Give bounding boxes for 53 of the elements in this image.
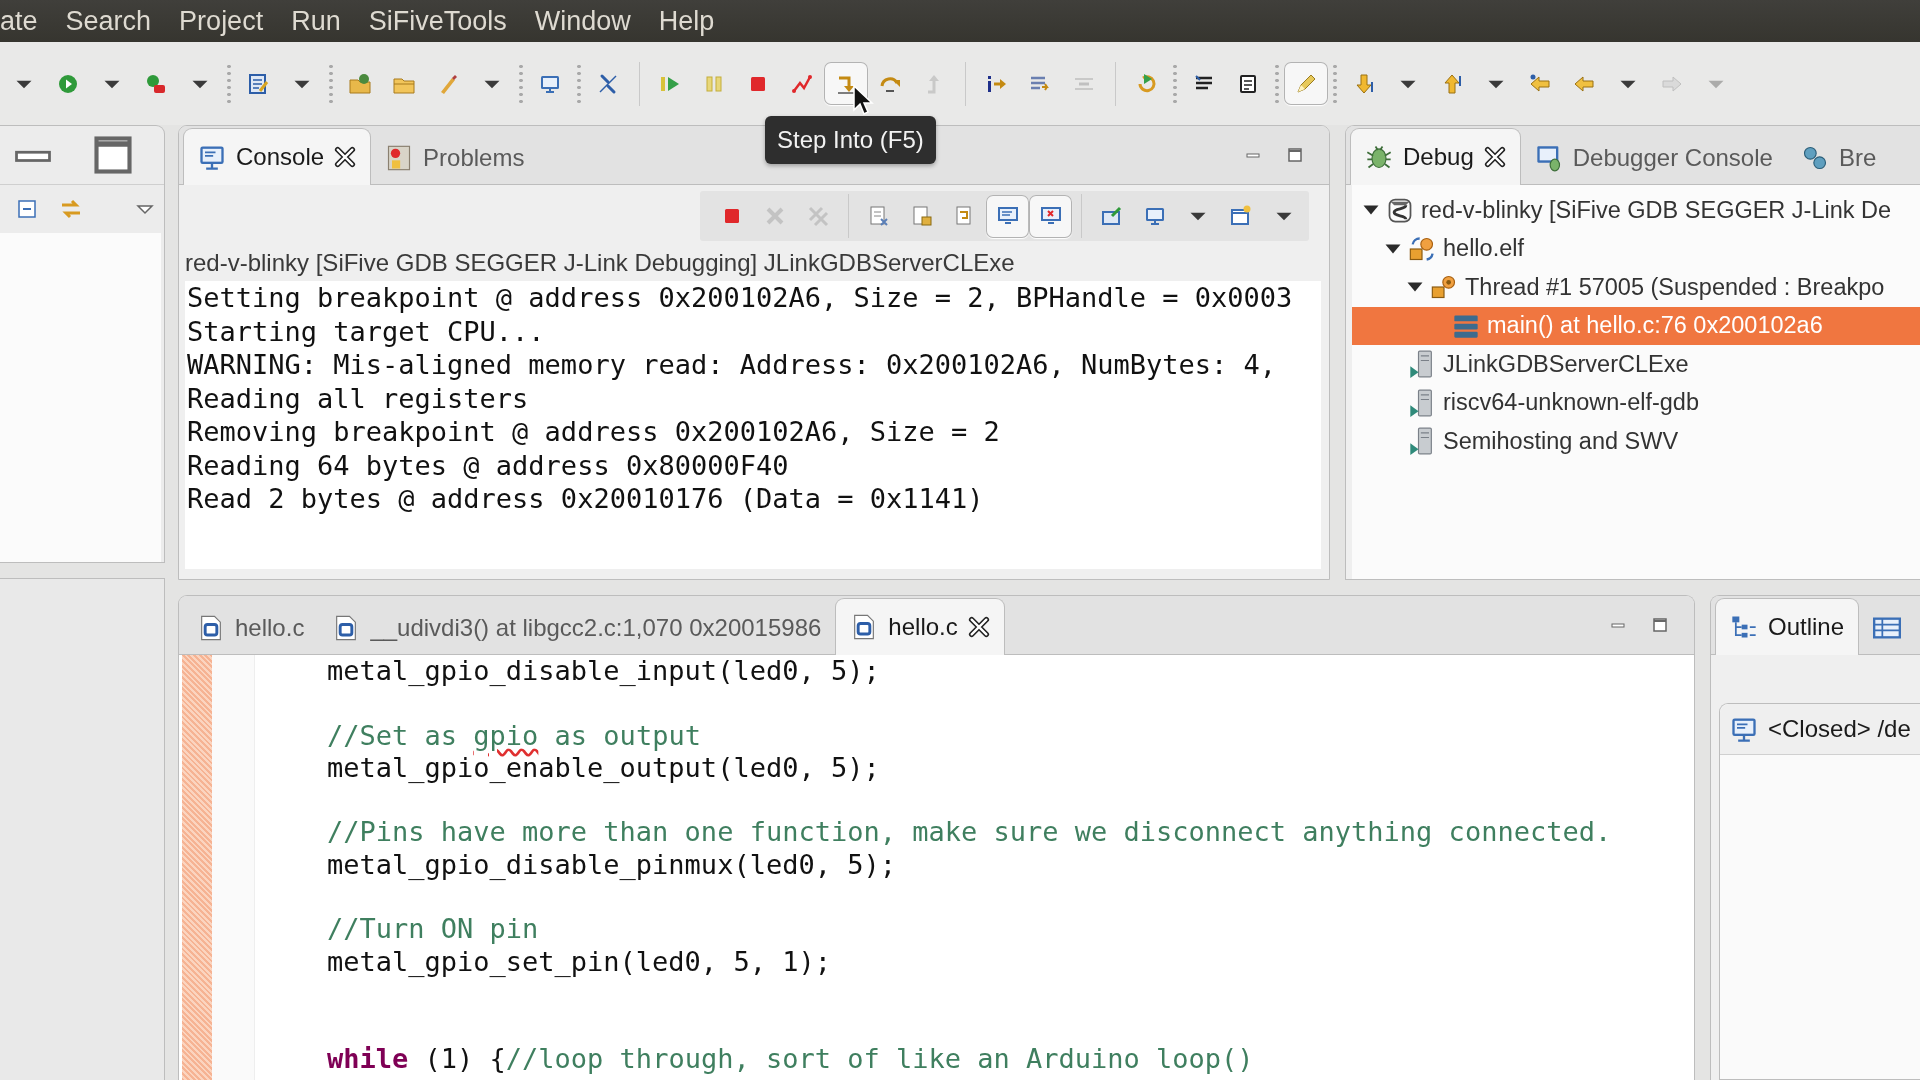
tree-item[interactable]: hello.elf bbox=[1443, 235, 1524, 263]
tab[interactable]: Debugger Console bbox=[1520, 132, 1787, 184]
pin-icon[interactable] bbox=[1099, 204, 1124, 228]
close-icon[interactable] bbox=[334, 146, 357, 168]
tab[interactable]: Bre bbox=[1786, 132, 1891, 184]
close-icon[interactable] bbox=[1483, 146, 1506, 168]
collapse-all-icon[interactable] bbox=[15, 197, 39, 221]
folder-icon[interactable] bbox=[348, 71, 372, 96]
console-line: Starting target CPU... bbox=[187, 314, 545, 348]
bug-icon bbox=[1365, 143, 1393, 171]
mouse-pointer-icon bbox=[852, 84, 874, 116]
new-window-icon[interactable] bbox=[1228, 204, 1253, 228]
code-line: //Set as gpio as output bbox=[327, 719, 701, 752]
menu-item[interactable]: Help bbox=[644, 5, 729, 37]
tooltip: Step Into (F5) bbox=[765, 116, 936, 164]
document-icon[interactable] bbox=[246, 71, 270, 96]
code-line: //Turn ON pin bbox=[327, 913, 539, 946]
tab[interactable]: hello.c bbox=[183, 602, 319, 654]
console-line: Reading 64 bytes @ address 0x80000F40 bbox=[187, 448, 789, 482]
tab[interactable]: __udivdi3() at libgcc2.c:1,070 0x20015986 bbox=[318, 602, 836, 654]
tree-item[interactable]: Semihosting and SWV bbox=[1443, 427, 1679, 455]
launch-icon bbox=[1386, 196, 1414, 225]
tab[interactable]: hello.c bbox=[835, 598, 1005, 655]
tree-item[interactable]: JLinkGDBServerCLExe bbox=[1443, 350, 1689, 378]
tab[interactable]: Debug bbox=[1350, 128, 1521, 185]
tree-item[interactable]: Thread #1 57005 (Suspended : Breakpo bbox=[1465, 273, 1885, 301]
menu-item[interactable]: SiFiveTools bbox=[354, 5, 521, 37]
process-label: red-v-blinky [SiFive GDB SEGGER J-Link Debugging] JLinkGDBServerCLExe bbox=[184, 248, 1016, 278]
tree-item[interactable]: riscv64-unknown-elf-gdb bbox=[1443, 389, 1699, 417]
menu-item[interactable]: Window bbox=[520, 5, 645, 37]
code-line: while (1) {//loop through, sort of like an Arduino loop() bbox=[327, 1042, 1254, 1075]
menu-item[interactable]: Search bbox=[51, 5, 166, 37]
menu-item[interactable]: ate bbox=[0, 5, 52, 37]
close-icon[interactable] bbox=[967, 616, 990, 638]
tab[interactable]: Problems bbox=[371, 132, 539, 184]
process-gear-icon bbox=[1408, 234, 1436, 263]
console-line: Read 2 bytes @ address 0x20010176 (Data = 0x1141) bbox=[187, 482, 984, 516]
code-line: metal_gpio_enable_output(led0, 5); bbox=[327, 751, 880, 785]
tab[interactable]: Outline bbox=[1715, 598, 1860, 655]
console-line: Removing breakpoint @ address 0x200102A6, Size = 2 bbox=[187, 415, 1000, 449]
console-line: Setting breakpoint @ address 0x200102A6, Size = 2, BPHandle = 0x0003 bbox=[187, 281, 1293, 315]
menu-item[interactable]: Project bbox=[165, 5, 278, 37]
code-line: metal_gpio_disable_pinmux(led0, 5); bbox=[327, 848, 896, 882]
code-line: metal_gpio_disable_input(led0, 5); bbox=[327, 655, 880, 688]
code-line: metal_gpio_set_pin(led0, 5, 1); bbox=[327, 945, 831, 978]
tree-item[interactable]: red-v-blinky [SiFive GDB SEGGER J-Link De bbox=[1421, 196, 1892, 224]
menu-item[interactable]: Run bbox=[277, 5, 355, 37]
tab[interactable]: Console bbox=[183, 128, 372, 185]
console-line: WARNING: Mis-aligned memory read: Address: 0x200102A6, NumBytes: 4, bbox=[187, 348, 1277, 382]
monitor-bug-icon bbox=[1534, 144, 1563, 172]
code-line: //Pins have more than one function, make sure we disconnect anything connected. bbox=[327, 816, 1612, 849]
view-title: <Closed> /de bbox=[1768, 715, 1911, 743]
console-line: Reading all registers bbox=[187, 381, 529, 415]
